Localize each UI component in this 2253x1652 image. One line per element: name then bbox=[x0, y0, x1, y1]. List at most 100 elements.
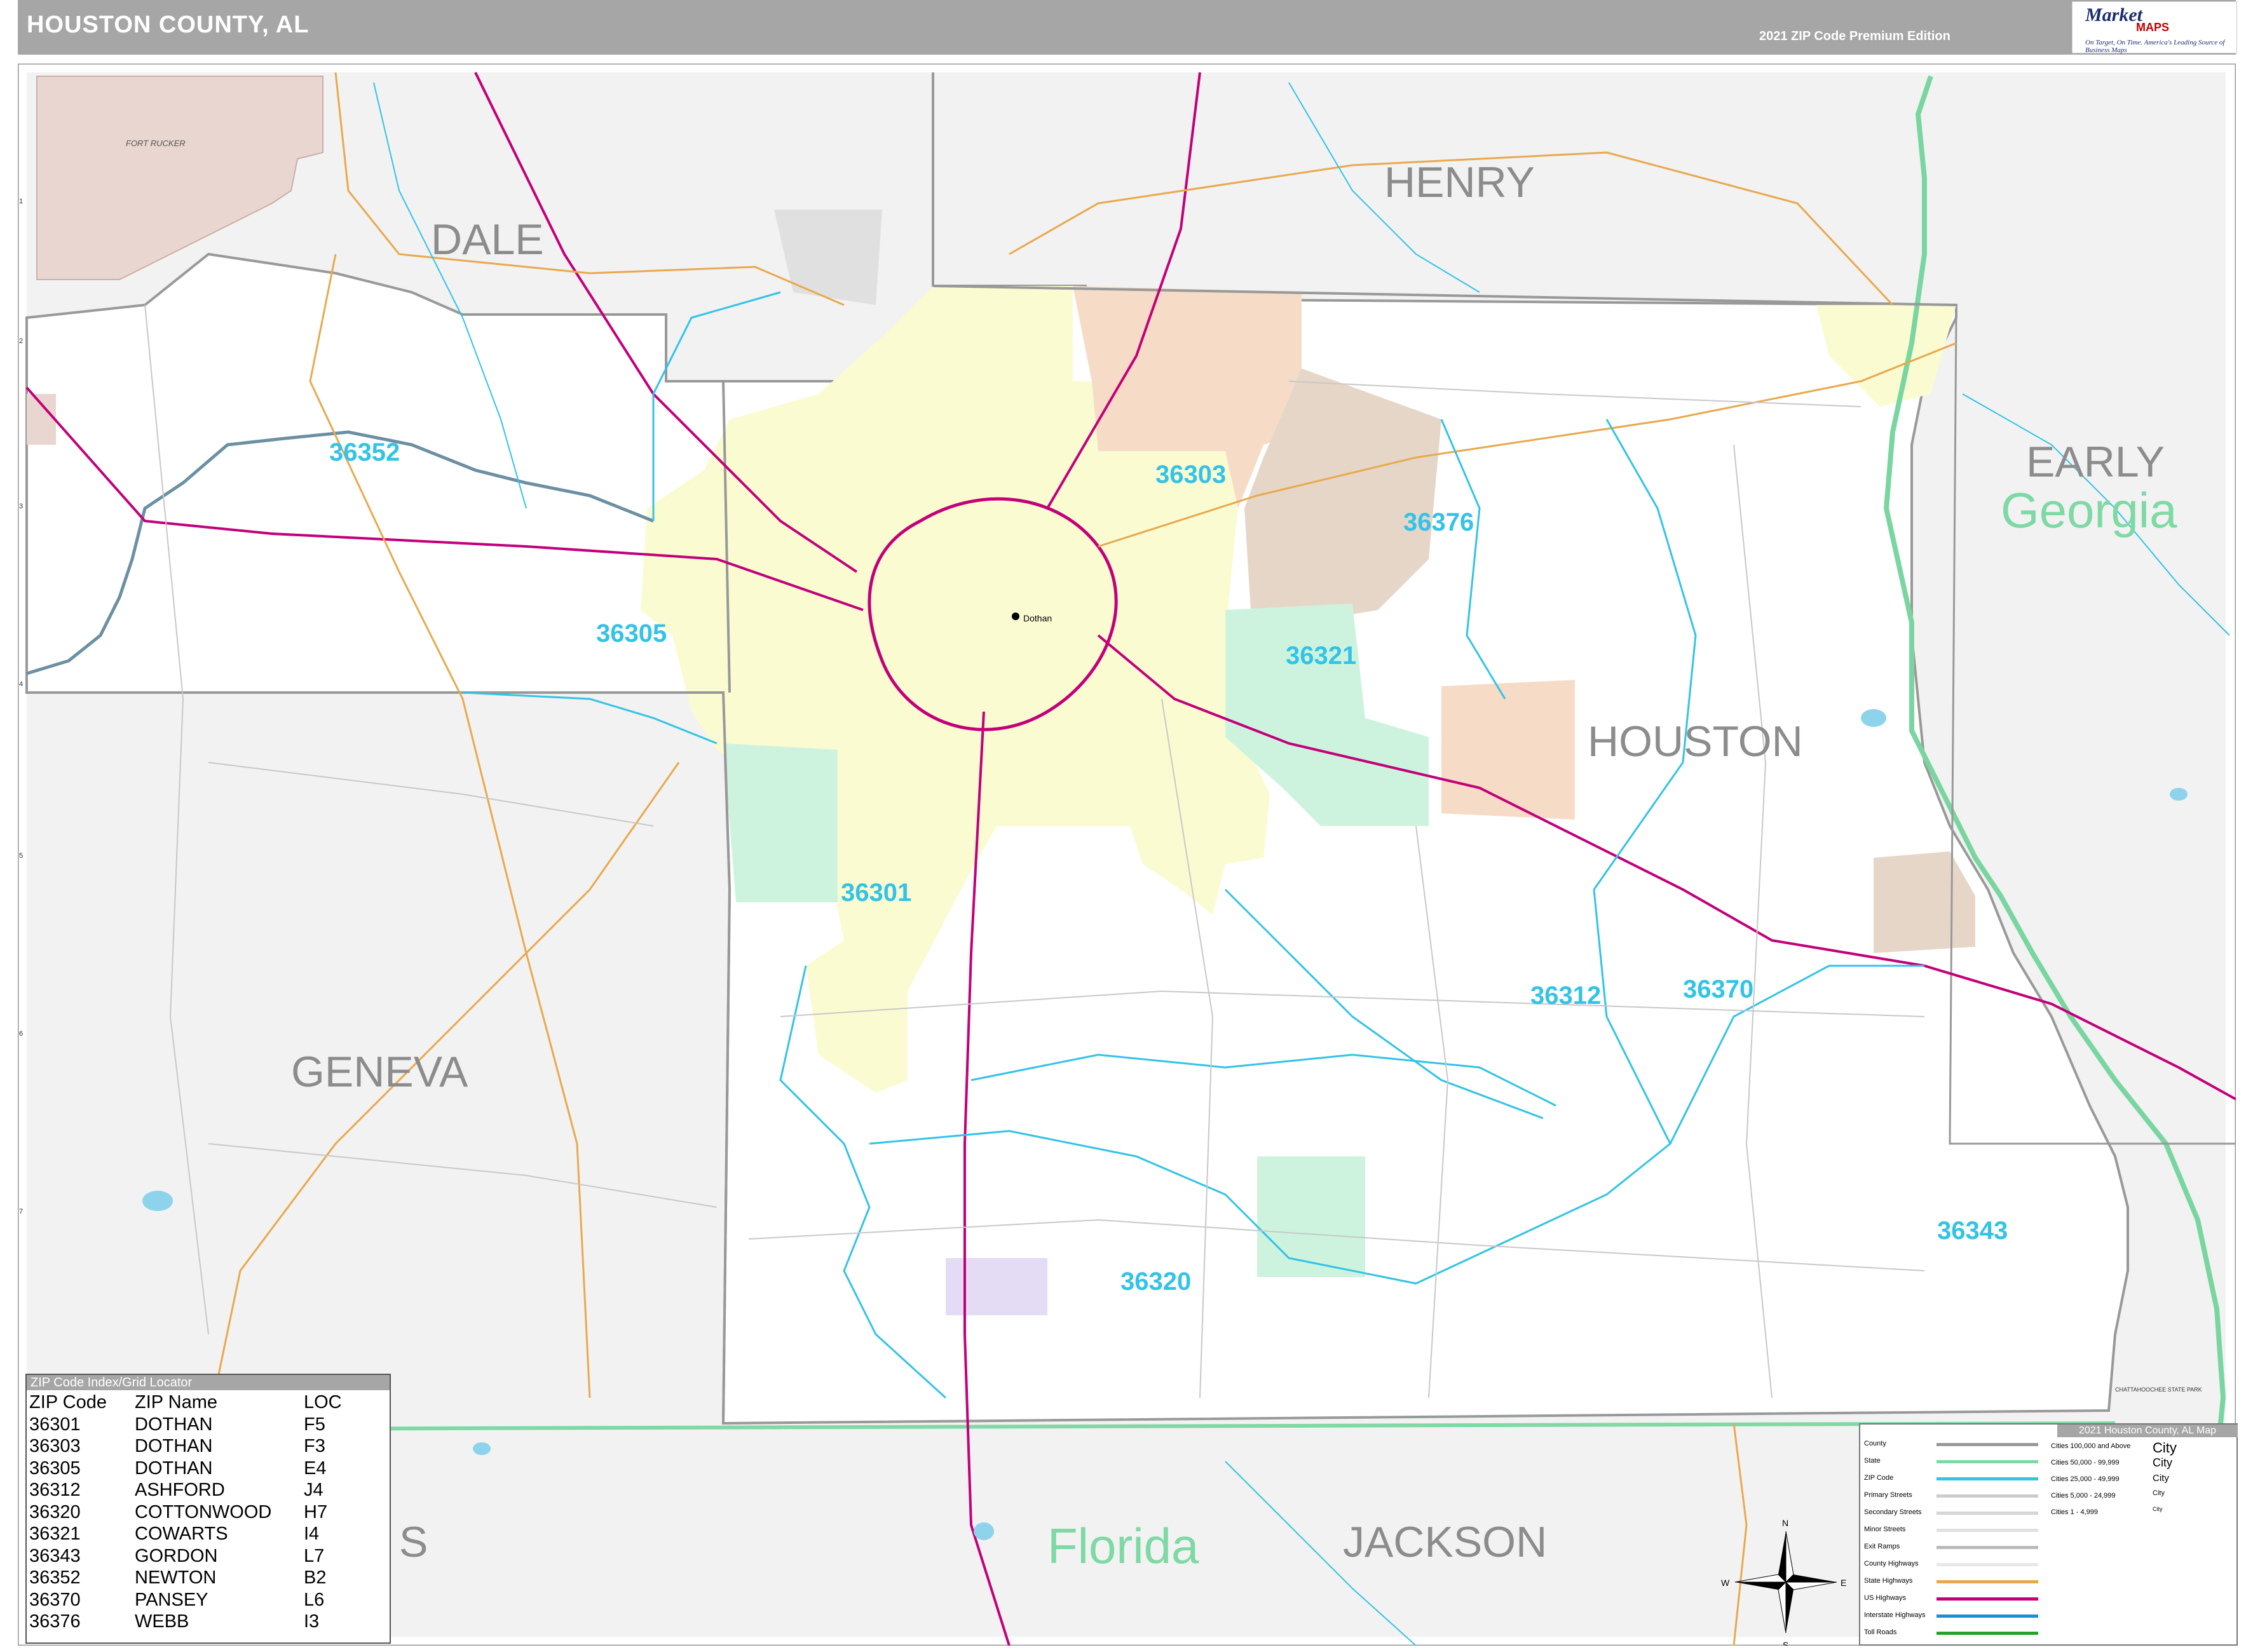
zip-index-table: ZIP Code ZIP Name LOC 36301 DOTHAN F5 36303… bbox=[29, 1391, 380, 1633]
zip-loc-cell: E4 bbox=[304, 1458, 327, 1479]
zip-name-cell: NEWTON bbox=[135, 1567, 217, 1588]
zip-label-36320: 36320 bbox=[1120, 1268, 1191, 1296]
newton-area bbox=[946, 1258, 1047, 1315]
cairns-army-airfield bbox=[27, 394, 56, 445]
zip-index-row: 36301 DOTHAN F5 bbox=[29, 1414, 380, 1436]
grid-row-5: 5 bbox=[19, 852, 23, 860]
legend-city-size-label: Cities 25,000 - 49,999 bbox=[2051, 1475, 2120, 1483]
legend-item-swatch bbox=[1936, 1460, 2038, 1463]
zip-code-index: ZIP Code Index/Grid Locator ZIP Code ZIP… bbox=[25, 1374, 391, 1644]
legend-item-label: State bbox=[1864, 1457, 1881, 1465]
zip-loc-cell: J4 bbox=[304, 1480, 323, 1500]
ashford-area bbox=[1441, 680, 1575, 820]
county-label-henry: HENRY bbox=[1384, 158, 1535, 207]
zip-loc-cell: H7 bbox=[304, 1501, 328, 1522]
zip-name-cell: GORDON bbox=[135, 1545, 218, 1566]
zip-index-header: ZIP Code bbox=[29, 1392, 107, 1412]
zip-loc-cell: L7 bbox=[304, 1545, 325, 1566]
zip-index-body: 36301 DOTHAN F5 36303 DOTHAN F3 36305 DOTHAN E4 3… bbox=[29, 1414, 380, 1633]
legend-item-swatch bbox=[1936, 1563, 2038, 1566]
legend-city-sample: City bbox=[2153, 1456, 2172, 1469]
legend-item-swatch bbox=[1936, 1615, 2038, 1618]
legend-item-swatch bbox=[1936, 1477, 2038, 1480]
zip-name-cell: COTTONWOOD bbox=[135, 1501, 272, 1522]
zip-name-cell: COWARTS bbox=[135, 1524, 228, 1544]
zip-code-cell: 36305 bbox=[29, 1458, 81, 1479]
legend-item-swatch bbox=[1936, 1443, 2038, 1446]
legend-item-label: Secondary Streets bbox=[1864, 1508, 1922, 1516]
zip-code-cell: 36320 bbox=[29, 1501, 81, 1522]
legend-item-swatch bbox=[1936, 1632, 2038, 1635]
zip-label-36303: 36303 bbox=[1155, 461, 1226, 489]
grid-row-1: 1 bbox=[19, 198, 23, 205]
zip-code-cell: 36376 bbox=[29, 1611, 81, 1632]
legend-city-sample: City bbox=[2153, 1489, 2165, 1497]
pond bbox=[1861, 709, 1886, 727]
logo-brand: Market bbox=[2085, 4, 2142, 25]
legend-item-label: Minor Streets bbox=[1864, 1526, 1906, 1533]
zip-code-cell: 36370 bbox=[29, 1589, 81, 1610]
zip-index-header: LOC bbox=[304, 1392, 342, 1412]
zip-index-row: 36320 COTTONWOOD H7 bbox=[29, 1501, 380, 1524]
legend-item-swatch bbox=[1936, 1580, 2038, 1583]
market-maps-logo: Market MAPS On Target, On Time. America'… bbox=[2072, 1, 2237, 54]
compass-e: E bbox=[1841, 1578, 1846, 1588]
zip-code-cell: 36321 bbox=[29, 1524, 81, 1544]
zip-loc-cell: I4 bbox=[304, 1524, 320, 1544]
zip-name-cell: DOTHAN bbox=[135, 1436, 213, 1456]
grid-row-6: 6 bbox=[19, 1030, 23, 1038]
edition-label: 2021 ZIP Code Premium Edition bbox=[1759, 29, 1950, 43]
grid-row-7: 7 bbox=[19, 1208, 23, 1215]
zip-code-cell: 36303 bbox=[29, 1436, 81, 1456]
zip-label-36312: 36312 bbox=[1530, 982, 1601, 1010]
county-label-geneva: GENEVA bbox=[291, 1048, 468, 1096]
zip-loc-cell: I3 bbox=[304, 1611, 320, 1632]
grid-row-4: 4 bbox=[19, 680, 23, 688]
compass-n: N bbox=[1782, 1518, 1788, 1528]
legend-item-swatch bbox=[1936, 1494, 2038, 1498]
zip-label-36376: 36376 bbox=[1403, 508, 1474, 536]
zip-loc-cell: F5 bbox=[304, 1414, 325, 1435]
zip-index-title: ZIP Code Index/Grid Locator bbox=[27, 1375, 390, 1390]
legend-city-sample: City bbox=[2153, 1473, 2169, 1484]
zip-code-cell: 36343 bbox=[29, 1545, 81, 1566]
pond bbox=[974, 1522, 994, 1540]
county-label-dale: DALE bbox=[431, 215, 544, 264]
zip-index-row: 36321 COWARTS I4 bbox=[29, 1523, 380, 1545]
zip-loc-cell: B2 bbox=[304, 1567, 327, 1588]
compass-w: W bbox=[1721, 1578, 1730, 1588]
county-label-houston: HOUSTON bbox=[1588, 717, 1803, 766]
legend-item-swatch bbox=[1936, 1512, 2038, 1515]
legend-item-label: County Highways bbox=[1864, 1560, 1919, 1567]
zip-area-36305-green bbox=[723, 743, 838, 902]
legend-item-label: Toll Roads bbox=[1864, 1628, 1897, 1636]
legend-title: 2021 Houston County, AL Map bbox=[2057, 1425, 2238, 1437]
grid-row-2: 2 bbox=[19, 337, 23, 345]
zip-index-header-row: ZIP Code ZIP Name LOC bbox=[29, 1391, 380, 1414]
zip-index-row: 36343 GORDON L7 bbox=[29, 1545, 380, 1567]
legend-city-size-label: Cities 100,000 and Above bbox=[2051, 1442, 2131, 1450]
zip-label-36370: 36370 bbox=[1683, 975, 1753, 1003]
legend-item-label: Interstate Highways bbox=[1864, 1611, 1926, 1619]
zip-index-row: 36312 ASHFORD J4 bbox=[29, 1479, 380, 1501]
map-legend: 2021 Houston County, AL Map County State Z… bbox=[1859, 1423, 2238, 1646]
legend-item-label: State Highways bbox=[1864, 1577, 1913, 1585]
dothan-city-dot bbox=[1012, 613, 1019, 620]
zip-name-cell: DOTHAN bbox=[135, 1414, 213, 1435]
zip-loc-cell: F3 bbox=[304, 1436, 325, 1456]
legend-city-size-label: Cities 5,000 - 24,999 bbox=[2051, 1492, 2116, 1500]
zip-index-row: 36376 WEBB I3 bbox=[29, 1611, 380, 1633]
compass-s: S bbox=[1783, 1640, 1788, 1646]
legend-city-size-label: Cities 50,000 - 99,999 bbox=[2051, 1459, 2120, 1466]
state-label-florida: Florida bbox=[1047, 1518, 1199, 1574]
logo-brand-maps: MAPS bbox=[2136, 21, 2170, 34]
logo-tagline: On Target, On Time. America's Leading So… bbox=[2085, 39, 2225, 54]
zip-index-row: 36305 DOTHAN E4 bbox=[29, 1458, 380, 1480]
place-label-fort-rucker: FORT RUCKER bbox=[126, 139, 186, 148]
pond bbox=[142, 1191, 173, 1211]
zip-loc-cell: L6 bbox=[304, 1589, 325, 1610]
zip-label-36301: 36301 bbox=[841, 879, 911, 907]
zip-index-row: 36352 NEWTON B2 bbox=[29, 1567, 380, 1589]
legend-city-sample: City bbox=[2153, 1506, 2163, 1512]
county-label-s: S bbox=[399, 1518, 428, 1566]
